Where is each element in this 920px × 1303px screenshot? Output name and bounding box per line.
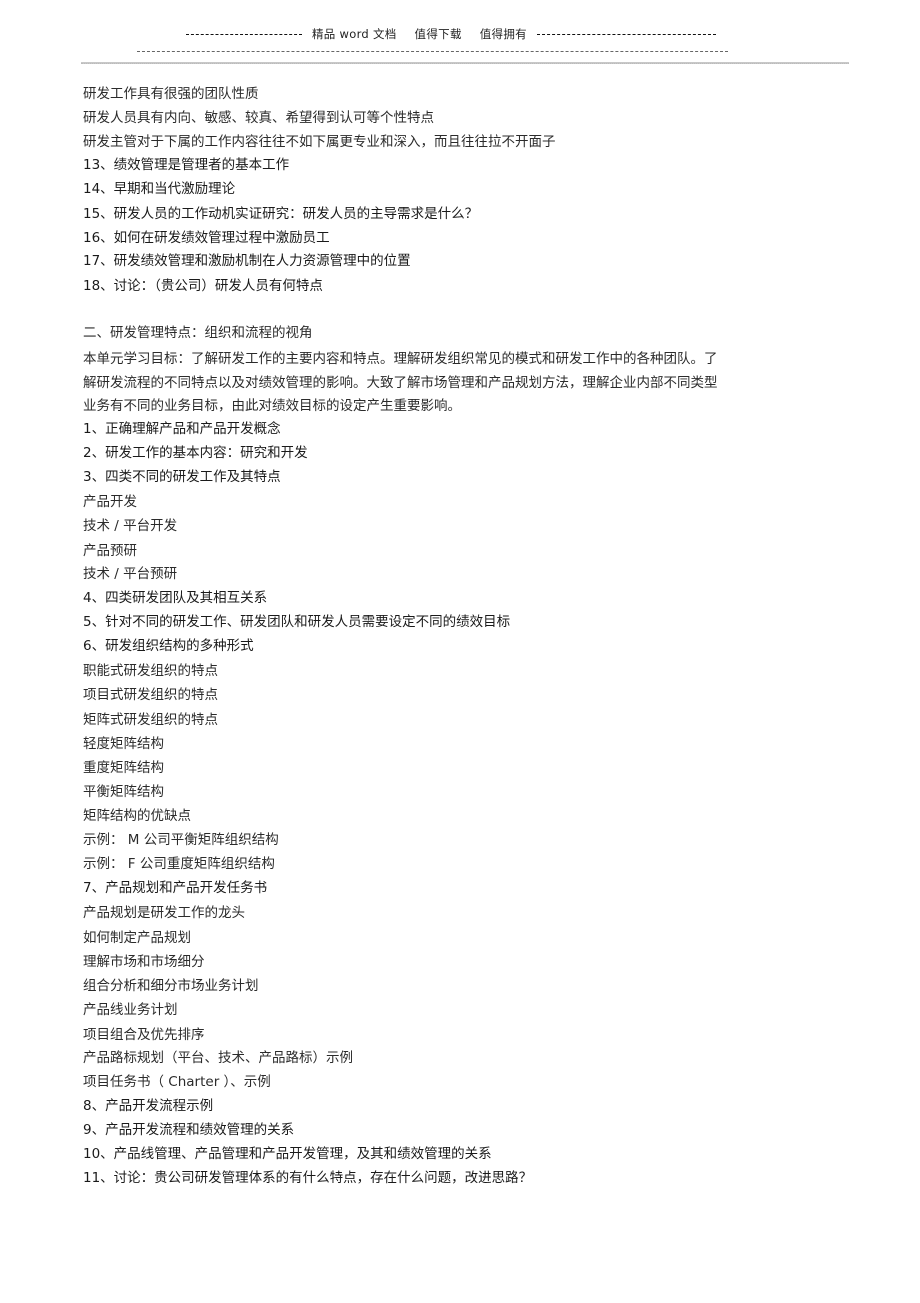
sub-item: 技术 / 平台开发 — [83, 518, 178, 534]
numbered-item: 18、讨论：（贵公司）研发人员有何特点 — [83, 278, 323, 294]
sub-item: 示例： F 公司重度矩阵组织结构 — [83, 856, 275, 872]
sub-item: 产品预研 — [83, 543, 137, 559]
page-header: 精品 word 文档 值得下载 值得拥有 — [186, 27, 716, 41]
text-line: 研发主管对于下属的工作内容往往不如下属更专业和深入，而且往往拉不开面子 — [83, 134, 556, 150]
sub-item: 职能式研发组织的特点 — [83, 663, 218, 679]
objective-line: 业务有不同的业务目标，由此对绩效目标的设定产生重要影响。 — [83, 398, 461, 414]
sub-item: 产品规划是研发工作的龙头 — [83, 905, 245, 921]
numbered-item: 11、讨论：贵公司研发管理体系的有什么特点，存在什么问题，改进思路？ — [83, 1170, 533, 1186]
sub-item: 组合分析和细分市场业务计划 — [83, 978, 259, 994]
sub-item: 项目任务书（ Charter ）、示例 — [83, 1074, 271, 1090]
sub-item: 技术 / 平台预研 — [83, 566, 178, 582]
sub-item: 项目组合及优先排序 — [83, 1027, 205, 1043]
numbered-item: 10、产品线管理、产品管理和产品开发管理，及其和绩效管理的关系 — [83, 1146, 492, 1162]
numbered-item: 5、针对不同的研发工作、研发团队和研发人员需要设定不同的绩效目标 — [83, 614, 511, 630]
header-dashed-divider — [137, 51, 728, 52]
numbered-item: 6、研发组织结构的多种形式 — [83, 638, 254, 654]
sub-item: 产品开发 — [83, 494, 137, 510]
numbered-item: 14、早期和当代激励理论 — [83, 181, 236, 197]
header-dash-left — [186, 33, 302, 35]
header-text-part: 值得拥有 — [479, 27, 527, 41]
numbered-item: 7、产品规划和产品开发任务书 — [83, 880, 268, 896]
numbered-item: 16、如何在研发绩效管理过程中激励员工 — [83, 230, 330, 246]
header-text-part: 精品 word 文档 — [312, 27, 397, 41]
section-heading: 二、研发管理特点：组织和流程的视角 — [83, 325, 313, 341]
numbered-item: 15、研发人员的工作动机实证研究：研发人员的主导需求是什么？ — [83, 206, 479, 222]
objective-line: 本单元学习目标：了解研发工作的主要内容和特点。理解研发组织常见的模式和研发工作中… — [83, 351, 718, 367]
sub-item: 示例： M 公司平衡矩阵组织结构 — [83, 832, 279, 848]
sub-item: 平衡矩阵结构 — [83, 784, 164, 800]
numbered-item: 17、研发绩效管理和激励机制在人力资源管理中的位置 — [83, 253, 411, 269]
numbered-item: 9、产品开发流程和绩效管理的关系 — [83, 1122, 295, 1138]
header-dash-right — [536, 33, 716, 35]
sub-item: 理解市场和市场细分 — [83, 954, 205, 970]
sub-item: 矩阵式研发组织的特点 — [83, 712, 218, 728]
sub-item: 项目式研发组织的特点 — [83, 687, 218, 703]
sub-item: 如何制定产品规划 — [83, 930, 191, 946]
numbered-item: 1、正确理解产品和产品开发概念 — [83, 421, 281, 437]
sub-item: 轻度矩阵结构 — [83, 736, 164, 752]
numbered-item: 2、研发工作的基本内容：研究和开发 — [83, 445, 308, 461]
sub-item: 产品线业务计划 — [83, 1002, 178, 1018]
objective-line: 解研发流程的不同特点以及对绩效管理的影响。大致了解市场管理和产品规划方法，理解企… — [83, 375, 718, 391]
text-line: 研发人员具有内向、敏感、较真、希望得到认可等个性特点 — [83, 110, 434, 126]
sub-item: 重度矩阵结构 — [83, 760, 164, 776]
header-rule — [81, 62, 849, 64]
sub-item: 产品路标规划（平台、技术、产品路标）示例 — [83, 1050, 353, 1066]
numbered-item: 4、四类研发团队及其相互关系 — [83, 590, 268, 606]
numbered-item: 8、产品开发流程示例 — [83, 1098, 214, 1114]
header-text: 精品 word 文档 值得下载 值得拥有 — [302, 26, 537, 42]
header-text-part: 值得下载 — [414, 27, 462, 41]
numbered-item: 3、四类不同的研发工作及其特点 — [83, 469, 281, 485]
text-line: 研发工作具有很强的团队性质 — [83, 86, 259, 102]
sub-item: 矩阵结构的优缺点 — [83, 808, 191, 824]
numbered-item: 13、绩效管理是管理者的基本工作 — [83, 157, 290, 173]
